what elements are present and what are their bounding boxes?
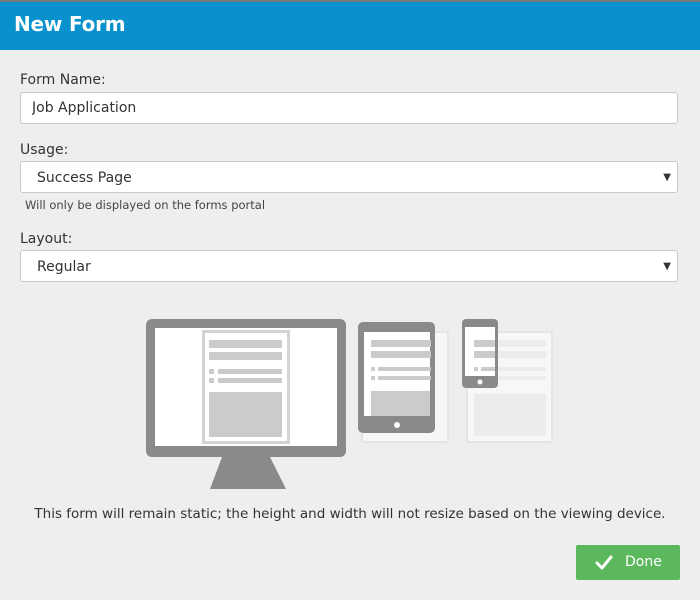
desktop-monitor-icon [146,319,346,489]
check-icon [595,555,613,570]
chevron-down-icon: ▼ [663,172,671,183]
form-name-field[interactable] [20,92,678,124]
usage-selected-value: Success Page [37,170,132,186]
layout-label: Layout: [20,231,73,247]
usage-select[interactable]: Success Page ▼ [20,161,678,193]
done-button-label: Done [625,554,662,570]
layout-select[interactable]: Regular ▼ [20,250,678,282]
new-form-dialog: New Form Form Name: Usage: Success Page … [0,0,700,600]
form-name-label: Form Name: [20,72,106,88]
tablet-icon [358,322,449,443]
chevron-down-icon: ▼ [663,261,671,272]
usage-helper-text: Will only be displayed on the forms port… [25,198,266,212]
done-button[interactable]: Done [576,545,680,580]
layout-note-text: This form will remain static; the height… [34,506,666,522]
usage-label: Usage: [20,142,69,158]
layout-selected-value: Regular [37,259,91,275]
dialog-header: New Form [0,2,700,50]
phone-icon [462,319,553,443]
dialog-title: New Form [14,12,126,36]
form-name-input[interactable] [21,93,677,123]
